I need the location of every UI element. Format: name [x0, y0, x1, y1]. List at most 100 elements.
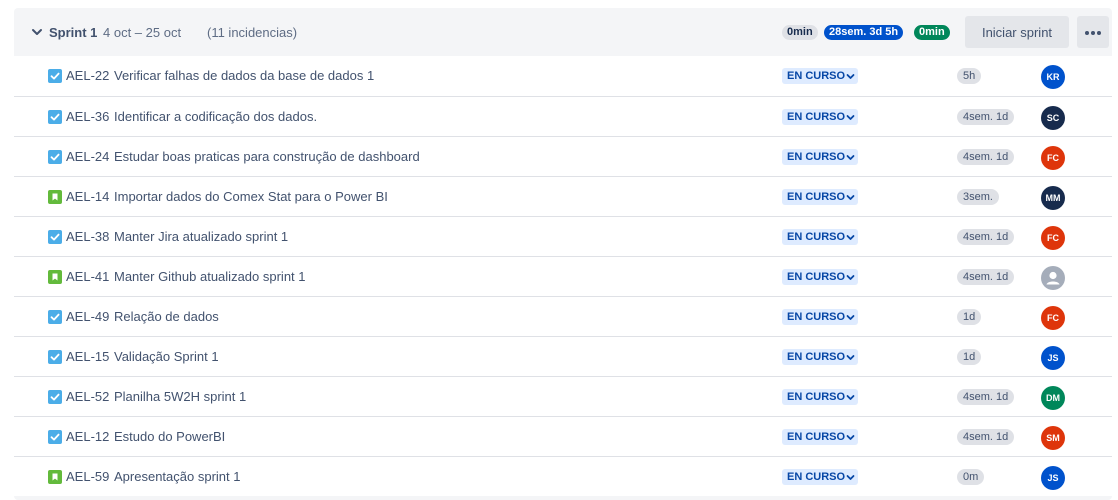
- status-dropdown[interactable]: EN CURSO: [782, 189, 858, 205]
- estimate-badge[interactable]: 4sem. 1d: [957, 229, 1015, 245]
- issue-key[interactable]: AEL-24: [66, 149, 109, 164]
- avatar[interactable]: DM: [1041, 386, 1065, 410]
- avatar[interactable]: JS: [1041, 466, 1065, 490]
- issue-key[interactable]: AEL-49: [66, 309, 109, 324]
- estimate-badge[interactable]: 4sem. 1d: [957, 269, 1015, 285]
- issue-key[interactable]: AEL-59: [66, 469, 109, 484]
- issue-summary[interactable]: Estudar boas praticas para construção de…: [114, 149, 420, 164]
- estimate-badge[interactable]: 5h: [957, 68, 982, 84]
- issue-key[interactable]: AEL-52: [66, 389, 109, 404]
- issue-key[interactable]: AEL-22: [66, 68, 109, 83]
- issue-key[interactable]: AEL-41: [66, 269, 109, 284]
- estimate-badge[interactable]: 3sem.: [957, 189, 999, 205]
- sprint-header[interactable]: Sprint 1 4 oct – 25 oct (11 incidencias)…: [14, 8, 1112, 56]
- issue-summary[interactable]: Importar dados do Comex Stat para o Powe…: [114, 189, 388, 204]
- unassigned-user-icon[interactable]: [1041, 266, 1065, 290]
- issue-summary[interactable]: Validação Sprint 1: [114, 349, 219, 364]
- status-dropdown[interactable]: EN CURSO: [782, 469, 858, 485]
- chevron-down-icon: [846, 355, 855, 360]
- chevron-down-icon: [846, 74, 855, 79]
- estimate-badge[interactable]: 1d: [957, 309, 982, 325]
- estimate-badge[interactable]: 0m: [957, 469, 985, 485]
- issue-row[interactable]: AEL-52 Planilha 5W2H sprint 1 EN CURSO 4sem…: [14, 376, 1112, 416]
- status-label: EN CURSO: [787, 271, 846, 283]
- status-label: EN CURSO: [787, 391, 846, 403]
- issue-key[interactable]: AEL-15: [66, 349, 109, 364]
- avatar[interactable]: MM: [1041, 186, 1065, 210]
- status-dropdown[interactable]: EN CURSO: [782, 68, 858, 84]
- chevron-down-icon: [846, 435, 855, 440]
- issue-row[interactable]: AEL-12 Estudo do PowerBI EN CURSO 4sem. 1d S…: [14, 416, 1112, 456]
- status-dropdown[interactable]: EN CURSO: [782, 149, 858, 165]
- task-checkbox-icon: [48, 230, 62, 244]
- issue-row[interactable]: AEL-24 Estudar boas praticas para constru…: [14, 136, 1112, 176]
- chevron-down-icon: [846, 315, 855, 320]
- task-checkbox-icon: [48, 390, 62, 404]
- chevron-down-icon: [846, 195, 855, 200]
- status-label: EN CURSO: [787, 231, 846, 243]
- issue-key[interactable]: AEL-38: [66, 229, 109, 244]
- task-checkbox-icon: [48, 350, 62, 364]
- status-label: EN CURSO: [787, 111, 846, 123]
- avatar[interactable]: KR: [1041, 65, 1065, 89]
- issue-summary[interactable]: Estudo do PowerBI: [114, 429, 225, 444]
- issue-row[interactable]: AEL-15 Validação Sprint 1 EN CURSO 1d JS: [14, 336, 1112, 376]
- issue-row[interactable]: AEL-14 Importar dados do Comex Stat para …: [14, 176, 1112, 216]
- todo-estimate-badge: 0min: [782, 25, 818, 40]
- chevron-down-icon[interactable]: [30, 25, 44, 39]
- chevron-down-icon: [846, 115, 855, 120]
- issue-key[interactable]: AEL-14: [66, 189, 109, 204]
- avatar[interactable]: SC: [1041, 106, 1065, 130]
- issue-summary[interactable]: Manter Github atualizado sprint 1: [114, 269, 306, 284]
- chevron-down-icon: [846, 475, 855, 480]
- avatar[interactable]: JS: [1041, 346, 1065, 370]
- status-dropdown[interactable]: EN CURSO: [782, 109, 858, 125]
- status-dropdown[interactable]: EN CURSO: [782, 269, 858, 285]
- issue-summary[interactable]: Planilha 5W2H sprint 1: [114, 389, 246, 404]
- avatar[interactable]: FC: [1041, 146, 1065, 170]
- estimate-badge[interactable]: 1d: [957, 349, 982, 365]
- task-checkbox-icon: [48, 110, 62, 124]
- issue-row[interactable]: AEL-22 Verificar falhas de dados da base …: [14, 56, 1112, 96]
- issue-row[interactable]: AEL-38 Manter Jira atualizado sprint 1 EN …: [14, 216, 1112, 256]
- issue-summary[interactable]: Verificar falhas de dados da base de dad…: [114, 68, 374, 83]
- estimate-badge[interactable]: 4sem. 1d: [957, 389, 1015, 405]
- estimate-badge[interactable]: 4sem. 1d: [957, 109, 1015, 125]
- sprint-issue-count: (11 incidencias): [207, 25, 298, 40]
- status-label: EN CURSO: [787, 311, 846, 323]
- status-dropdown[interactable]: EN CURSO: [782, 429, 858, 445]
- avatar[interactable]: FC: [1041, 226, 1065, 250]
- issue-summary[interactable]: Relação de dados: [114, 309, 219, 324]
- estimate-badge[interactable]: 4sem. 1d: [957, 429, 1015, 445]
- more-actions-button[interactable]: [1077, 16, 1109, 48]
- in-progress-estimate-badge: 28sem. 3d 5h: [824, 25, 904, 40]
- sprint-dates: 4 oct – 25 oct: [103, 25, 182, 40]
- estimate-badge[interactable]: 4sem. 1d: [957, 149, 1015, 165]
- sprint-container: Sprint 1 4 oct – 25 oct (11 incidencias)…: [14, 8, 1112, 500]
- status-label: EN CURSO: [787, 351, 846, 363]
- status-label: EN CURSO: [787, 191, 846, 203]
- status-dropdown[interactable]: EN CURSO: [782, 349, 858, 365]
- issue-row[interactable]: AEL-49 Relação de dados EN CURSO 1d FC: [14, 296, 1112, 336]
- chevron-down-icon: [846, 235, 855, 240]
- issue-key[interactable]: AEL-36: [66, 109, 109, 124]
- status-label: EN CURSO: [787, 151, 846, 163]
- issue-summary[interactable]: Manter Jira atualizado sprint 1: [114, 229, 288, 244]
- status-label: EN CURSO: [787, 70, 846, 82]
- issue-row[interactable]: AEL-59 Apresentação sprint 1 EN CURSO 0m JS: [14, 456, 1112, 496]
- issue-row[interactable]: AEL-36 Identificar a codificação dos dado…: [14, 96, 1112, 136]
- avatar[interactable]: SM: [1041, 426, 1065, 450]
- sprint-name: Sprint 1: [49, 25, 98, 40]
- start-sprint-button[interactable]: Iniciar sprint: [965, 16, 1069, 48]
- status-dropdown[interactable]: EN CURSO: [782, 389, 858, 405]
- status-dropdown[interactable]: EN CURSO: [782, 309, 858, 325]
- task-checkbox-icon: [48, 310, 62, 324]
- task-checkbox-icon: [48, 150, 62, 164]
- issue-key[interactable]: AEL-12: [66, 429, 109, 444]
- issue-summary[interactable]: Apresentação sprint 1: [114, 469, 240, 484]
- story-bookmark-icon: [48, 470, 62, 484]
- status-dropdown[interactable]: EN CURSO: [782, 229, 858, 245]
- avatar[interactable]: FC: [1041, 306, 1065, 330]
- issue-row[interactable]: AEL-41 Manter Github atualizado sprint 1 E…: [14, 256, 1112, 296]
- issue-summary[interactable]: Identificar a codificação dos dados.: [114, 109, 317, 124]
